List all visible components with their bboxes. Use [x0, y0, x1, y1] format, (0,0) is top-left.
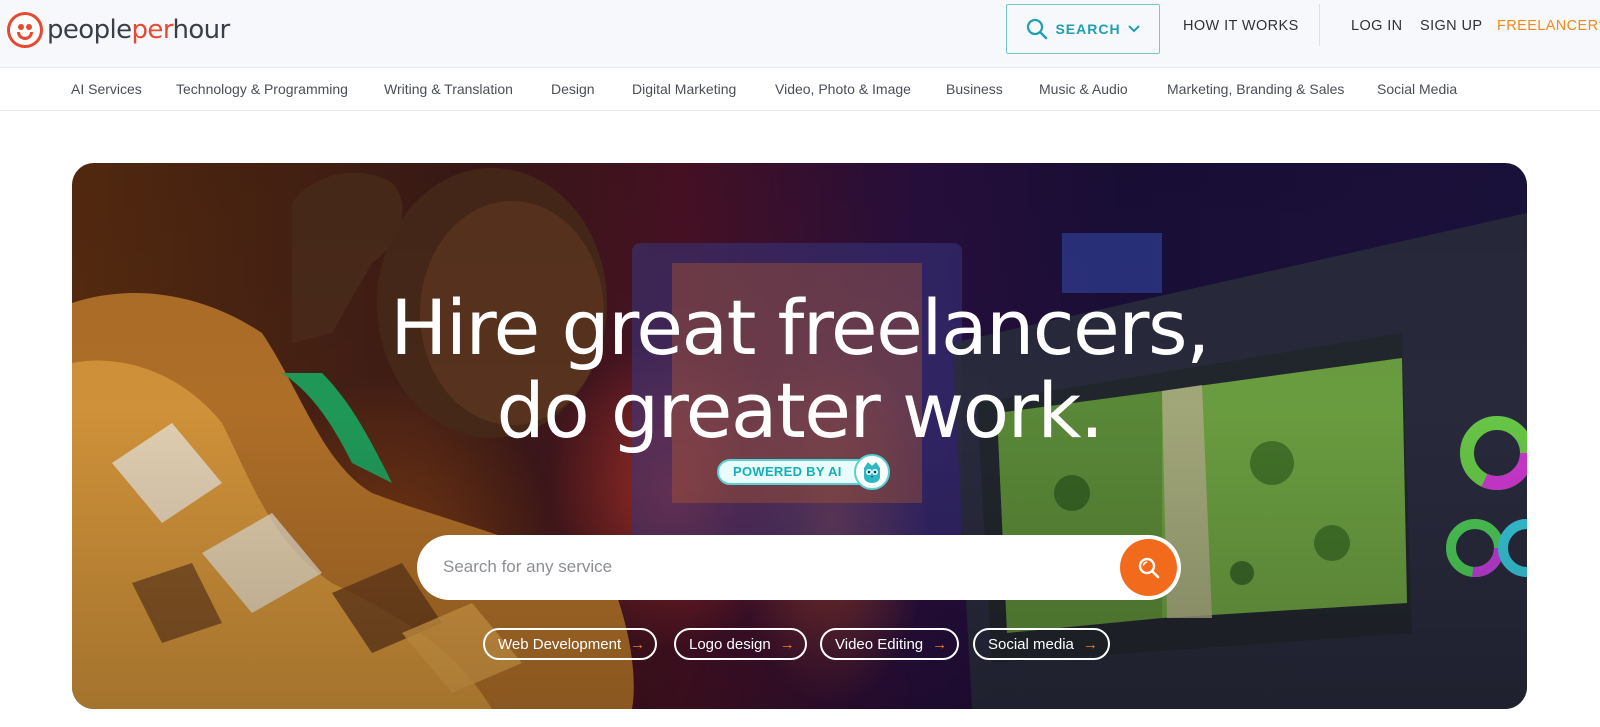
brand-wordmark: peopleperhour [47, 15, 230, 45]
category-digital-marketing[interactable]: Digital Marketing [632, 81, 736, 97]
search-icon [1138, 557, 1159, 578]
category-writing[interactable]: Writing & Translation [384, 81, 513, 97]
popular-search-chip[interactable]: Social media → [973, 628, 1110, 660]
hero-headline-line1: Hire great freelancers, [390, 283, 1210, 372]
chevron-down-icon [1127, 25, 1140, 33]
category-music-audio[interactable]: Music & Audio [1039, 81, 1128, 97]
category-technology[interactable]: Technology & Programming [176, 81, 348, 97]
top-header: peopleperhour SEARCH HOW IT WORKS LOG IN… [0, 0, 1600, 68]
category-nav: AI Services Technology & Programming Wri… [0, 68, 1600, 111]
freelancer-link[interactable]: FREELANCER? [1497, 18, 1600, 34]
log-in-link[interactable]: LOG IN [1351, 18, 1403, 34]
popular-search-chip[interactable]: Video Editing → [820, 628, 960, 660]
arrow-right-icon: → [779, 635, 795, 653]
arrow-right-icon: → [932, 635, 948, 653]
search-toggle-label: SEARCH [1055, 21, 1121, 37]
category-marketing-branding[interactable]: Marketing, Branding & Sales [1167, 81, 1344, 97]
chip-label: Social media [988, 635, 1074, 653]
chip-label: Video Editing [835, 635, 924, 653]
how-it-works-link[interactable]: HOW IT WORKS [1183, 18, 1299, 34]
search-submit-button[interactable] [1120, 539, 1177, 596]
category-social-media[interactable]: Social Media [1377, 81, 1457, 97]
brand-logo[interactable]: peopleperhour [7, 11, 230, 49]
nav-divider [1319, 4, 1320, 46]
header-search-toggle[interactable]: SEARCH [1006, 4, 1160, 54]
category-ai-services[interactable]: AI Services [71, 81, 142, 97]
arrow-right-icon: → [630, 635, 646, 653]
category-video-photo[interactable]: Video, Photo & Image [775, 81, 911, 97]
category-design[interactable]: Design [551, 81, 595, 97]
search-icon [1027, 18, 1048, 40]
hero-search-bar [417, 535, 1181, 600]
hero-banner: Hire great freelancers, do greater work.… [72, 163, 1527, 709]
popular-search-chip[interactable]: Web Development → [483, 628, 658, 660]
popular-search-chip[interactable]: Logo design → [674, 628, 807, 660]
category-business[interactable]: Business [946, 81, 1003, 97]
arrow-right-icon: → [1082, 635, 1098, 653]
powered-by-ai-badge: POWERED BY AI [717, 454, 890, 490]
hero-headline-line2: do greater work. [496, 366, 1104, 455]
smiley-face-logo-icon [7, 12, 43, 48]
chip-label: Web Development [498, 635, 622, 653]
robot-owl-icon [853, 454, 890, 490]
sign-up-link[interactable]: SIGN UP [1420, 18, 1482, 34]
service-search-input[interactable] [443, 551, 1083, 583]
chip-label: Logo design [689, 635, 771, 653]
